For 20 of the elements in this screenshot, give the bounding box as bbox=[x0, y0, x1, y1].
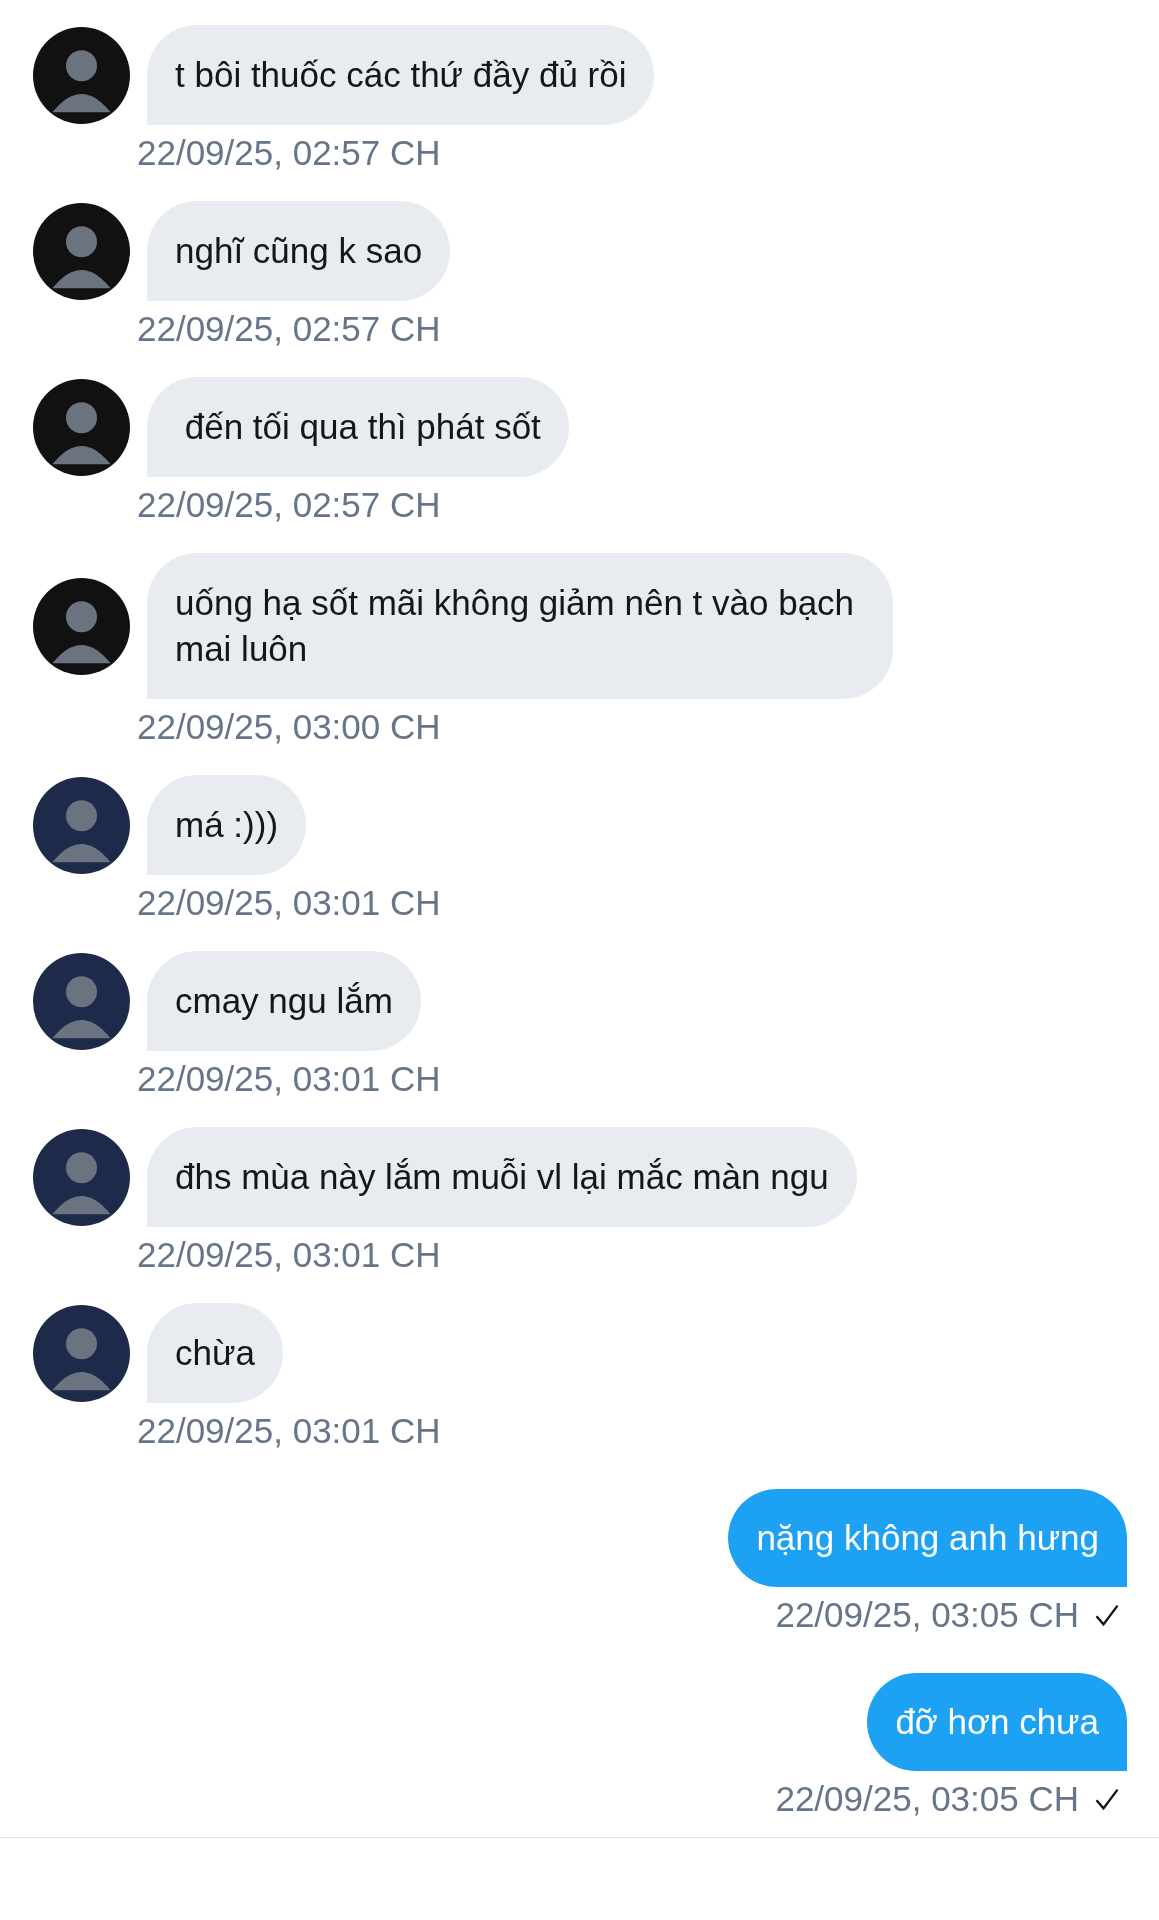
timestamp: 22/09/25, 02:57 CH bbox=[137, 484, 442, 526]
message-bubble: đến tối qua thì phát sốt bbox=[147, 377, 569, 477]
timestamp: 22/09/25, 03:05 CH bbox=[775, 1778, 1079, 1820]
timestamp: 22/09/25, 03:05 CH bbox=[775, 1594, 1079, 1636]
message-bubble: uống hạ sốt mãi không giảm nên t vào bạch mai luôn bbox=[147, 553, 893, 699]
timestamp: 22/09/25, 03:01 CH bbox=[137, 1410, 442, 1452]
timestamp: 22/09/25, 02:57 CH bbox=[137, 308, 442, 350]
message-bubble: nghĩ cũng k sao bbox=[147, 201, 451, 301]
message-bubble: đỡ hơn chưa bbox=[867, 1673, 1127, 1771]
message-bubble: đhs mùa này lắm muỗi vl lại mắc màn ngu bbox=[147, 1127, 857, 1227]
message-bubble: t bôi thuốc các thứ đầy đủ rồi bbox=[147, 25, 655, 125]
message-bubble: chừa bbox=[147, 1303, 283, 1403]
message-bubble: nặng không anh hưng bbox=[728, 1489, 1127, 1587]
timestamp: 22/09/25, 02:57 CH bbox=[137, 132, 442, 174]
timestamp: 22/09/25, 03:01 CH bbox=[137, 882, 442, 924]
timestamp: 22/09/25, 03:01 CH bbox=[137, 1234, 442, 1276]
timestamp: 22/09/25, 03:01 CH bbox=[137, 1058, 442, 1100]
timestamp: 22/09/25, 03:00 CH bbox=[137, 706, 442, 748]
message-bubble: cmay ngu lắm bbox=[147, 951, 421, 1051]
message-bubble: má :))) bbox=[147, 775, 307, 875]
